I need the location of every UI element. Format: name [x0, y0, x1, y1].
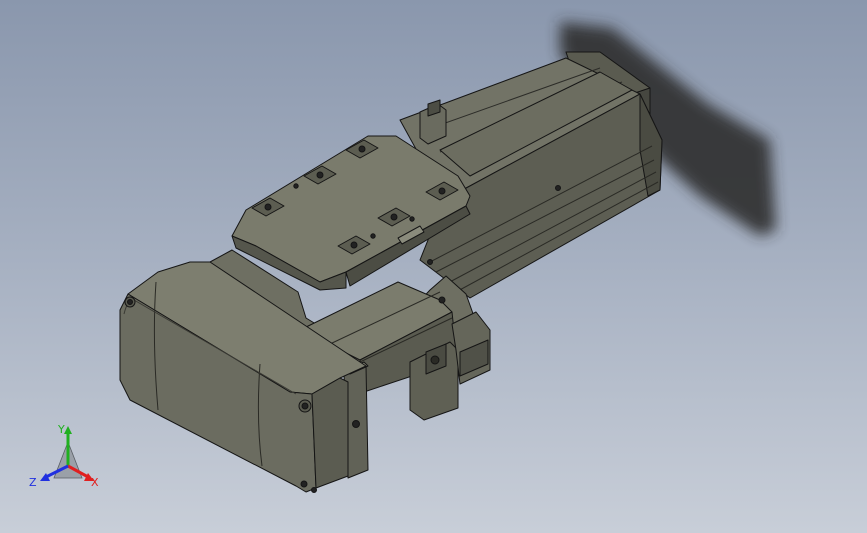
axis-triad-icon[interactable] — [24, 420, 114, 490]
z-axis-label: Z — [29, 476, 37, 489]
motor-housing-side — [311, 377, 349, 489]
actuator-body — [119, 51, 663, 493]
linear-actuator-model[interactable] — [0, 0, 867, 533]
x-axis-label: X — [91, 476, 99, 489]
y-axis-label: Y — [58, 423, 65, 436]
3d-viewport[interactable]: Y X Z — [0, 0, 867, 533]
